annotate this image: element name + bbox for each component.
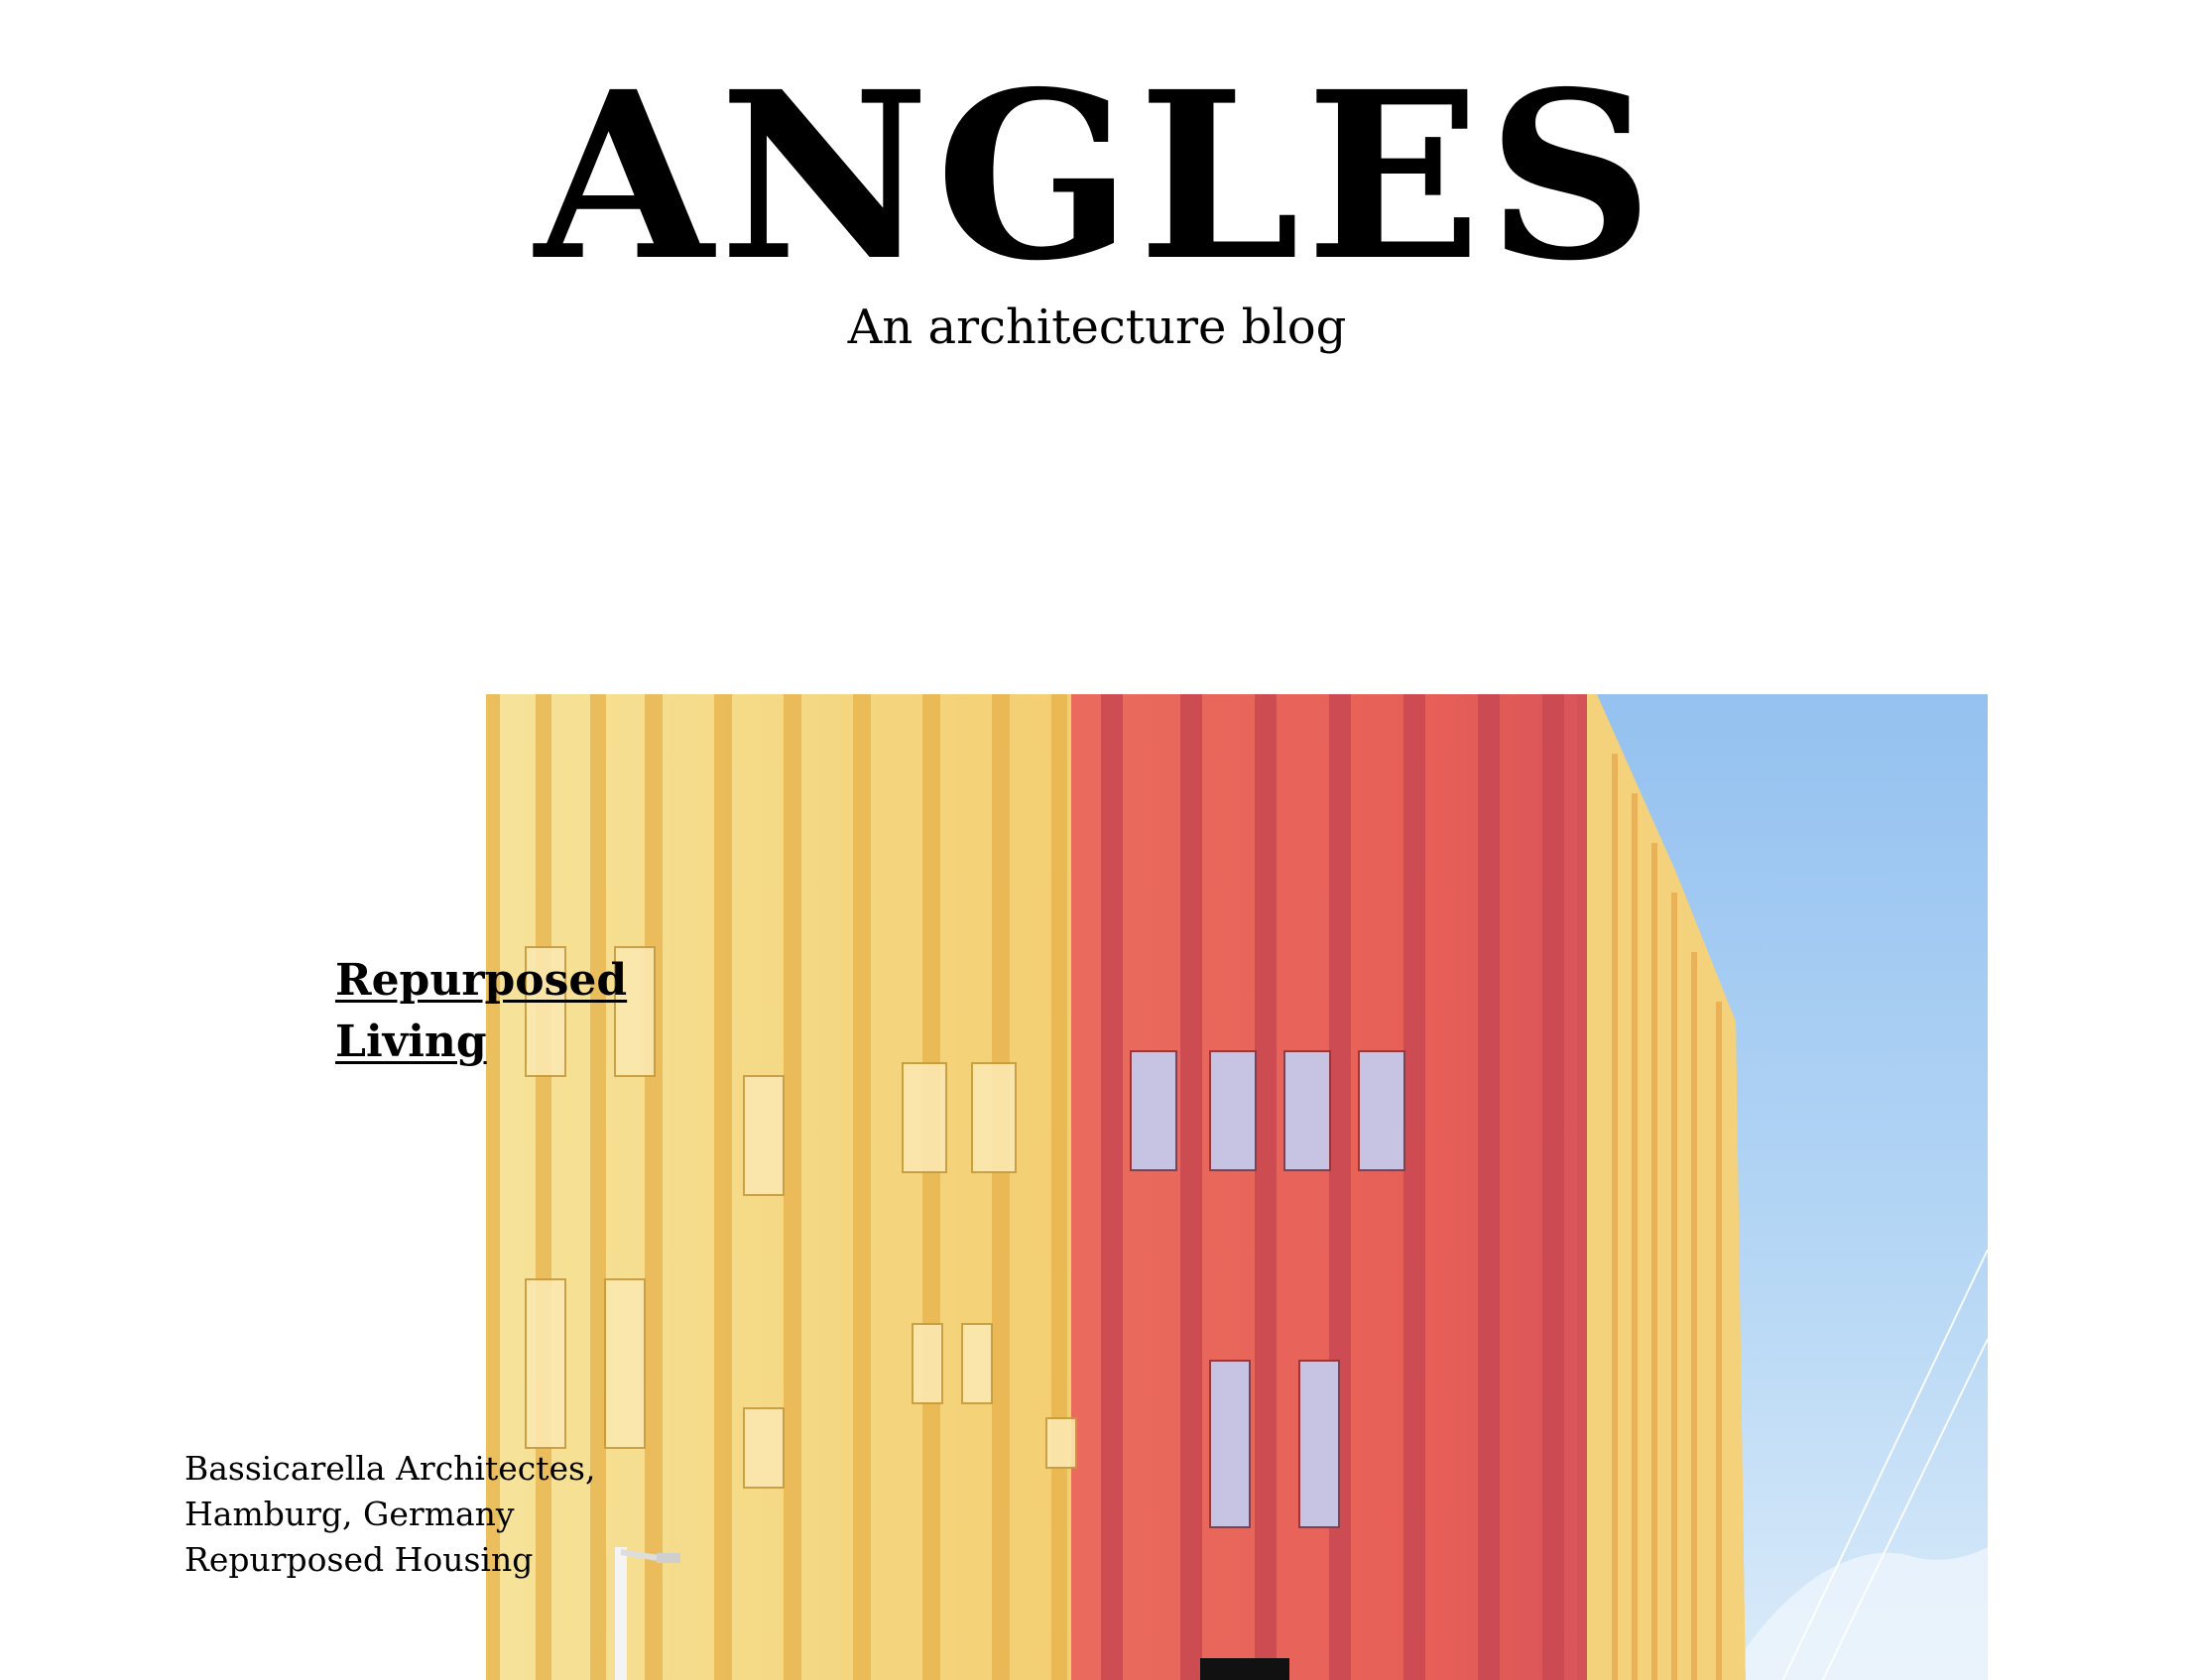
featured-post-meta-line-2: Hamburg, Germany <box>184 1495 515 1533</box>
featured-post-title-link[interactable]: Repurposed Living <box>335 950 628 1073</box>
featured-post-meta-line-1: Bassicarella Architectes, <box>184 1449 596 1488</box>
featured-post-meta-line-3: Repurposed Housing <box>184 1540 534 1579</box>
site-header: ANGLES An architecture blog <box>0 0 2194 397</box>
featured-post-meta: Bassicarella Architectes, Hamburg, Germa… <box>184 1446 621 1583</box>
site-logo[interactable]: ANGLES <box>0 58 2194 296</box>
featured-post-image[interactable] <box>486 694 1988 1680</box>
site-tagline: An architecture blog <box>847 300 1347 355</box>
featured-post-title-line-1: Repurposed <box>335 955 628 1006</box>
featured-post-title-line-2: Living <box>335 1017 487 1067</box>
